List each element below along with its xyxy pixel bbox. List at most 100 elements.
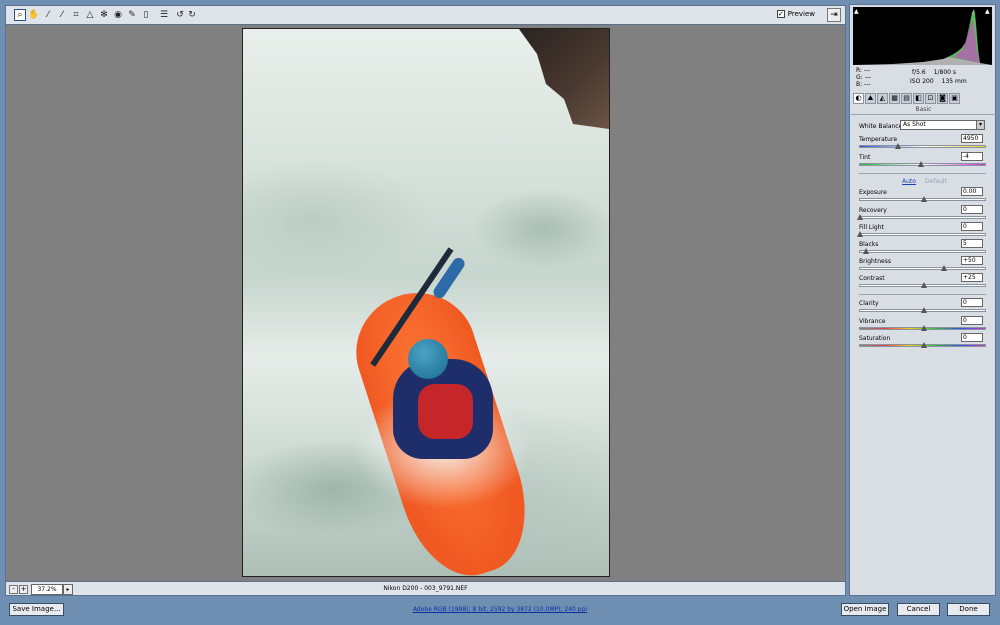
chevron-down-icon[interactable]: ▾	[976, 121, 984, 129]
white-balance-select[interactable]: As Shot ▾	[900, 120, 985, 130]
open-image-button[interactable]: Open Image	[841, 603, 889, 616]
lens-tab-icon[interactable]: ◧	[913, 93, 924, 104]
field-clarity[interactable]: 0	[961, 298, 983, 307]
slider-thumb[interactable]	[920, 282, 927, 288]
divider	[859, 294, 986, 295]
zoom-icon[interactable]: ⌕	[14, 9, 26, 21]
file-name: Nikon D200 - 003_9791.NEF	[383, 585, 468, 592]
field-brightness[interactable]: +50	[961, 256, 983, 265]
toolbar: ⌕ ✋ ⁄ ⁄ ⌗ △ ✻ ◉ ✎ ▯ ☰ ↺ ↻ ✓ Preview ⇥	[5, 5, 846, 25]
slider-thumb[interactable]	[857, 214, 863, 220]
preview-toggle[interactable]: ✓ Preview	[776, 10, 815, 18]
aperture: f/5.6	[912, 69, 926, 76]
photo-preview[interactable]	[242, 28, 610, 577]
basic-tab-icon[interactable]: ◐	[853, 93, 864, 104]
cancel-button[interactable]: Cancel	[897, 603, 940, 616]
snapshots-tab-icon[interactable]: ▣	[949, 93, 960, 104]
label-exposure: Exposure	[859, 189, 887, 196]
slider-thumb[interactable]	[863, 248, 870, 254]
camera-info: f/5.6 1/800 s ISO 200 135 mm	[906, 68, 996, 86]
label-tint: Tint	[859, 154, 871, 161]
photo-paddle-blade	[431, 255, 467, 301]
slider-thumb[interactable]	[920, 325, 927, 331]
photo-life-vest	[418, 384, 473, 439]
image-canvas[interactable]	[5, 25, 846, 581]
status-bar: - + 37.2% ▸ Nikon D200 - 003_9791.NEF	[5, 581, 846, 596]
field-vibrance[interactable]: 0	[961, 316, 983, 325]
presets-tab-icon[interactable]: ◙	[937, 93, 948, 104]
preview-checkbox[interactable]: ✓	[776, 10, 785, 18]
slider-vibrance[interactable]	[859, 325, 986, 331]
eyedropper-icon[interactable]: ⁄	[42, 9, 54, 21]
label-recovery: Recovery	[859, 207, 887, 214]
slider-temperature[interactable]	[859, 143, 986, 149]
field-exposure[interactable]: 0.00	[961, 187, 983, 196]
photo-helmet	[408, 339, 448, 379]
slider-thumb[interactable]	[940, 265, 947, 271]
slider-brightness[interactable]	[859, 265, 986, 271]
retouch-icon[interactable]: ✻	[98, 9, 110, 21]
rotate-left-icon[interactable]: ↺	[174, 9, 186, 21]
label-saturation: Saturation	[859, 335, 891, 342]
slider-tint[interactable]	[859, 161, 986, 167]
default-link[interactable]: Default	[925, 178, 947, 185]
histogram-graph	[853, 9, 992, 65]
camera-calibration-tab-icon[interactable]: ⊡	[925, 93, 936, 104]
label-temperature: Temperature	[859, 136, 898, 143]
slider-recovery[interactable]	[857, 214, 986, 220]
label-brightness: Brightness	[859, 258, 891, 265]
adjustments-panel: ▲ ▲ R: --- G: --- B: --- f/5.6 1/800 s I…	[849, 4, 996, 596]
field-recovery[interactable]: 0	[961, 205, 983, 214]
slider-blacks[interactable]	[859, 248, 986, 254]
slider-thumb[interactable]	[917, 161, 924, 167]
slider-thumb[interactable]	[920, 307, 927, 313]
blue-readout: B: ---	[856, 81, 871, 88]
slider-thumb[interactable]	[920, 342, 927, 348]
slider-exposure[interactable]	[859, 196, 986, 202]
panel-tabs: ◐ ⛰ ◭ ▦ ▤ ◧ ⊡ ◙ ▣	[851, 93, 996, 107]
field-blacks[interactable]: 5	[961, 239, 983, 248]
detail-tab-icon[interactable]: ◭	[877, 93, 888, 104]
photo-rock	[519, 29, 609, 129]
color-sampler-icon[interactable]: ⁄	[56, 9, 68, 21]
slider-thumb[interactable]	[920, 196, 927, 202]
slider-fill-light[interactable]	[857, 231, 986, 237]
field-tint[interactable]: -4	[961, 152, 983, 161]
red-eye-icon[interactable]: ◉	[112, 9, 124, 21]
filter-icon[interactable]: ▯	[140, 9, 152, 21]
rgb-readout: R: --- G: --- B: ---	[856, 67, 871, 88]
hsl-tab-icon[interactable]: ▦	[889, 93, 900, 104]
auto-link[interactable]: Auto	[902, 178, 916, 185]
field-saturation[interactable]: 0	[961, 333, 983, 342]
split-toning-tab-icon[interactable]: ▤	[901, 93, 912, 104]
label-contrast: Contrast	[859, 275, 885, 282]
white-balance-value: As Shot	[903, 121, 926, 128]
slider-thumb[interactable]	[895, 143, 902, 149]
green-readout: G: ---	[856, 74, 872, 81]
focal-length: 135 mm	[941, 78, 967, 85]
straighten-icon[interactable]: △	[84, 9, 96, 21]
label-fill-light: Fill Light	[859, 224, 884, 231]
slider-saturation[interactable]	[859, 342, 986, 348]
panel-title: Basic	[851, 106, 996, 115]
tone-curve-tab-icon[interactable]: ⛰	[865, 93, 876, 104]
rotate-right-icon[interactable]: ↻	[186, 9, 198, 21]
done-button[interactable]: Done	[947, 603, 990, 616]
preview-label: Preview	[787, 10, 815, 18]
hand-icon[interactable]: ✋	[28, 9, 40, 21]
field-temperature[interactable]: 4950	[961, 134, 983, 143]
field-contrast[interactable]: +25	[961, 273, 983, 282]
fullscreen-icon[interactable]: ⇥	[827, 8, 841, 22]
label-vibrance: Vibrance	[859, 318, 886, 325]
slider-contrast[interactable]	[859, 282, 986, 288]
brush-icon[interactable]: ✎	[126, 9, 138, 21]
slider-thumb[interactable]	[857, 231, 863, 237]
crop-icon[interactable]: ⌗	[70, 9, 82, 21]
field-fill-light[interactable]: 0	[961, 222, 983, 231]
iso: ISO 200	[910, 78, 934, 85]
histogram: ▲ ▲	[853, 7, 992, 65]
shutter-speed: 1/800 s	[933, 69, 957, 76]
preferences-icon[interactable]: ☰	[158, 9, 170, 21]
slider-clarity[interactable]	[859, 307, 986, 313]
white-balance-label: White Balance:	[859, 123, 905, 130]
